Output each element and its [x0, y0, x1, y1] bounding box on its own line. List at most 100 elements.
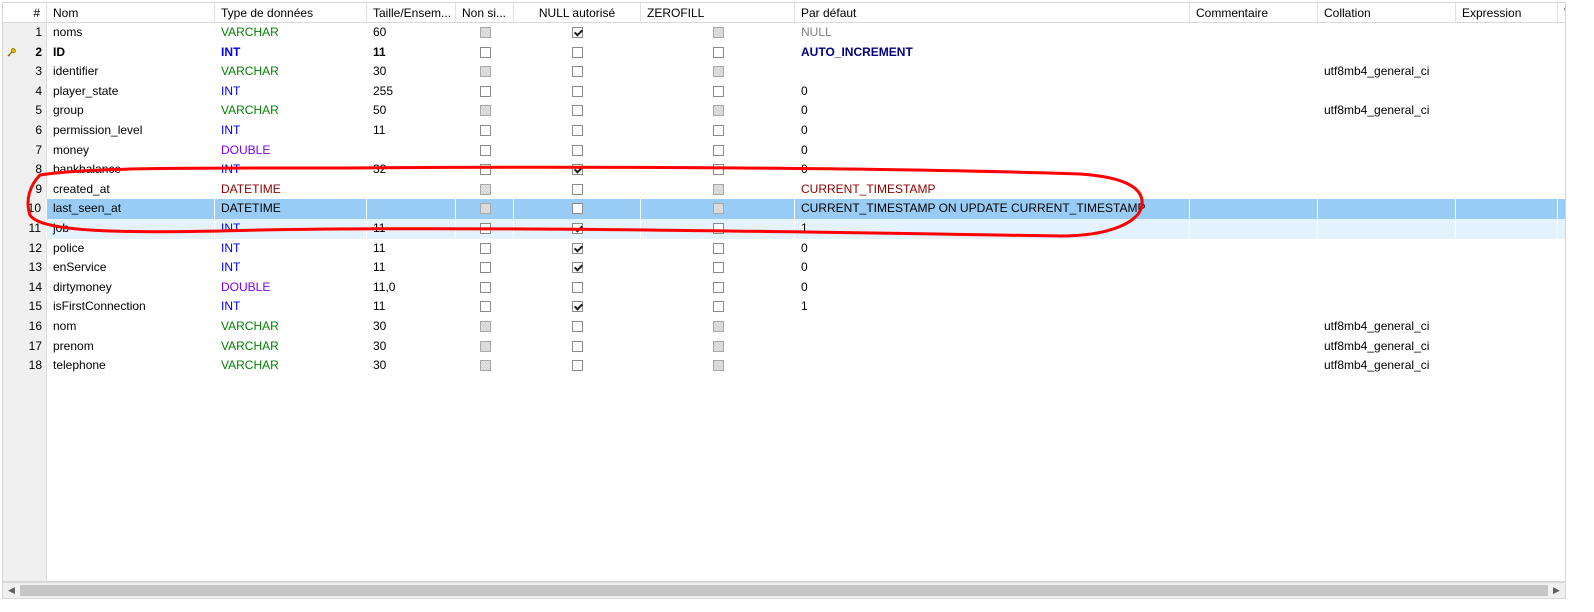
table-row[interactable]: 16 nom VARCHAR 30 utf8mb4_general_ci: [3, 317, 1565, 337]
column-virtual[interactable]: [1558, 62, 1565, 82]
zerofill-cell[interactable]: [641, 62, 795, 82]
column-type[interactable]: VARCHAR: [215, 62, 367, 82]
column-default[interactable]: 0: [795, 258, 1190, 278]
column-length[interactable]: 50: [367, 101, 456, 121]
nullable-checkbox[interactable]: [572, 164, 583, 176]
unsigned-cell[interactable]: [456, 258, 514, 278]
table-row[interactable]: 15 isFirstConnection INT 11 1: [3, 297, 1565, 317]
column-name[interactable]: bankbalance: [47, 160, 215, 180]
nullable-checkbox[interactable]: [572, 144, 583, 156]
column-default[interactable]: 0: [795, 121, 1190, 141]
nullable-checkbox[interactable]: [572, 223, 583, 234]
column-comment[interactable]: [1190, 141, 1318, 161]
zerofill-cell[interactable]: [641, 337, 795, 357]
column-default[interactable]: 1: [795, 297, 1190, 317]
scrollbar-thumb[interactable]: [20, 585, 1548, 596]
zerofill-cell[interactable]: [641, 219, 795, 239]
column-name[interactable]: telephone: [47, 356, 215, 376]
columns-grid[interactable]: # Nom Type de données Taille/Ensem... No…: [2, 2, 1566, 582]
column-name[interactable]: player_state: [47, 82, 215, 102]
zerofill-checkbox[interactable]: [713, 242, 724, 254]
nullable-cell[interactable]: [514, 23, 641, 43]
unsigned-cell[interactable]: [456, 219, 514, 239]
unsigned-cell[interactable]: [456, 82, 514, 102]
nullable-checkbox[interactable]: [572, 301, 583, 313]
column-default[interactable]: 0: [795, 141, 1190, 161]
unsigned-cell[interactable]: [456, 337, 514, 357]
column-expression[interactable]: [1456, 160, 1558, 180]
unsigned-cell[interactable]: [456, 297, 514, 317]
zerofill-checkbox[interactable]: [713, 262, 724, 274]
column-virtual[interactable]: [1558, 317, 1565, 337]
column-length[interactable]: 30: [367, 62, 456, 82]
column-virtual[interactable]: [1558, 337, 1565, 357]
column-name[interactable]: isFirstConnection: [47, 297, 215, 317]
unsigned-checkbox[interactable]: [480, 262, 491, 274]
column-type[interactable]: DATETIME: [215, 180, 367, 200]
column-collation[interactable]: [1318, 258, 1456, 278]
table-row[interactable]: 18 telephone VARCHAR 30 utf8mb4_general_ci: [3, 356, 1565, 376]
column-type[interactable]: INT: [215, 43, 367, 63]
column-name[interactable]: prenom: [47, 337, 215, 357]
column-virtual[interactable]: [1558, 219, 1565, 239]
unsigned-cell[interactable]: [456, 317, 514, 337]
column-collation[interactable]: utf8mb4_general_ci: [1318, 62, 1456, 82]
table-row[interactable]: 8 bankbalance INT 32 0: [3, 160, 1565, 180]
column-virtual[interactable]: [1558, 297, 1565, 317]
column-virtual[interactable]: [1558, 23, 1565, 43]
column-type[interactable]: INT: [215, 160, 367, 180]
column-collation[interactable]: [1318, 180, 1456, 200]
nullable-checkbox[interactable]: [572, 360, 583, 372]
column-type[interactable]: DOUBLE: [215, 141, 367, 161]
column-comment[interactable]: [1190, 121, 1318, 141]
column-default[interactable]: 0: [795, 239, 1190, 259]
zerofill-cell[interactable]: [641, 239, 795, 259]
nullable-cell[interactable]: [514, 219, 641, 239]
column-default[interactable]: 0: [795, 160, 1190, 180]
nullable-checkbox[interactable]: [572, 27, 583, 38]
nullable-cell[interactable]: [514, 317, 641, 337]
column-virtual[interactable]: [1558, 258, 1565, 278]
nullable-cell[interactable]: [514, 180, 641, 200]
nullable-checkbox[interactable]: [572, 340, 583, 352]
header-comment[interactable]: Commentaire: [1190, 3, 1318, 23]
zerofill-cell[interactable]: [641, 278, 795, 298]
column-expression[interactable]: [1456, 356, 1558, 376]
column-length[interactable]: [367, 180, 456, 200]
column-length[interactable]: 11: [367, 297, 456, 317]
column-comment[interactable]: [1190, 199, 1318, 219]
nullable-checkbox[interactable]: [572, 105, 583, 117]
table-row[interactable]: 11 job INT 11 1: [3, 219, 1565, 239]
table-row[interactable]: 1 noms VARCHAR 60 NULL: [3, 23, 1565, 43]
nullable-cell[interactable]: [514, 258, 641, 278]
column-virtual[interactable]: [1558, 356, 1565, 376]
column-default[interactable]: CURRENT_TIMESTAMP: [795, 180, 1190, 200]
header-virtual[interactable]: V: [1558, 3, 1565, 23]
nullable-cell[interactable]: [514, 356, 641, 376]
column-default[interactable]: 0: [795, 278, 1190, 298]
column-expression[interactable]: [1456, 121, 1558, 141]
column-type[interactable]: VARCHAR: [215, 356, 367, 376]
zerofill-cell[interactable]: [641, 160, 795, 180]
nullable-checkbox[interactable]: [572, 262, 583, 274]
column-virtual[interactable]: [1558, 278, 1565, 298]
column-length[interactable]: 11: [367, 43, 456, 63]
zerofill-checkbox[interactable]: [713, 164, 724, 176]
column-length[interactable]: 11,0: [367, 278, 456, 298]
unsigned-cell[interactable]: [456, 160, 514, 180]
header-num[interactable]: #: [3, 3, 47, 23]
table-row[interactable]: 7 money DOUBLE 0: [3, 141, 1565, 161]
column-name[interactable]: noms: [47, 23, 215, 43]
horizontal-scrollbar[interactable]: ◀ ▶: [2, 582, 1566, 599]
column-default[interactable]: [795, 337, 1190, 357]
unsigned-cell[interactable]: [456, 101, 514, 121]
table-row[interactable]: 12 police INT 11 0: [3, 239, 1565, 259]
unsigned-cell[interactable]: [456, 180, 514, 200]
column-length[interactable]: 11: [367, 219, 456, 239]
column-type[interactable]: DATETIME: [215, 199, 367, 219]
column-expression[interactable]: [1456, 23, 1558, 43]
column-collation[interactable]: [1318, 121, 1456, 141]
header-collation[interactable]: Collation: [1318, 3, 1456, 23]
column-virtual[interactable]: [1558, 43, 1565, 63]
arrow-right-icon[interactable]: ▶: [1548, 583, 1565, 598]
